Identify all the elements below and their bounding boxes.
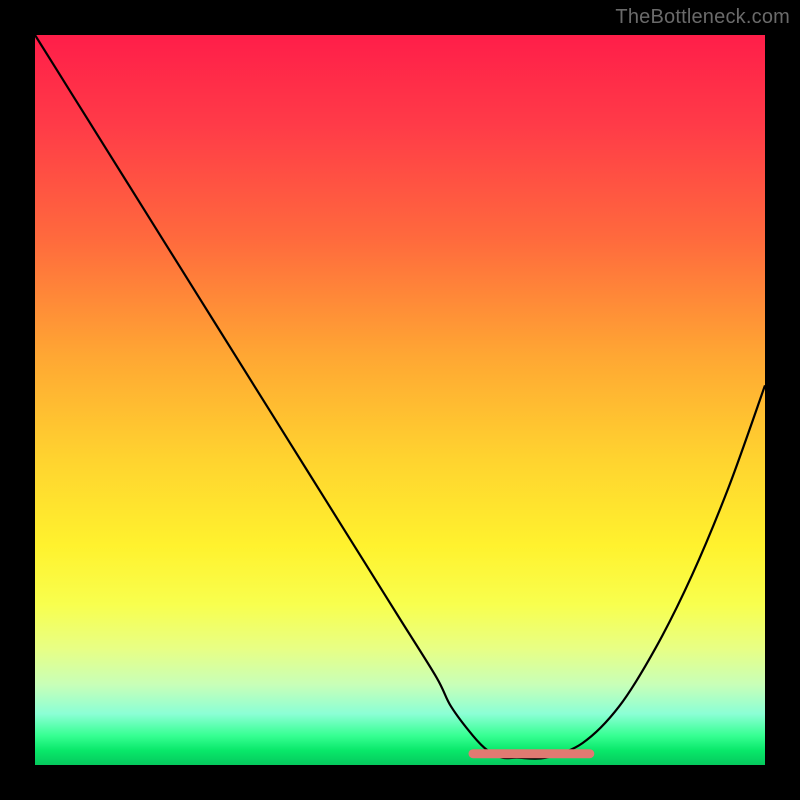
watermark-text: TheBottleneck.com	[615, 6, 790, 29]
chart-plot-area	[35, 35, 765, 765]
curve-path	[35, 35, 765, 759]
chart-frame: TheBottleneck.com	[0, 0, 800, 800]
bottleneck-curve	[35, 35, 765, 765]
